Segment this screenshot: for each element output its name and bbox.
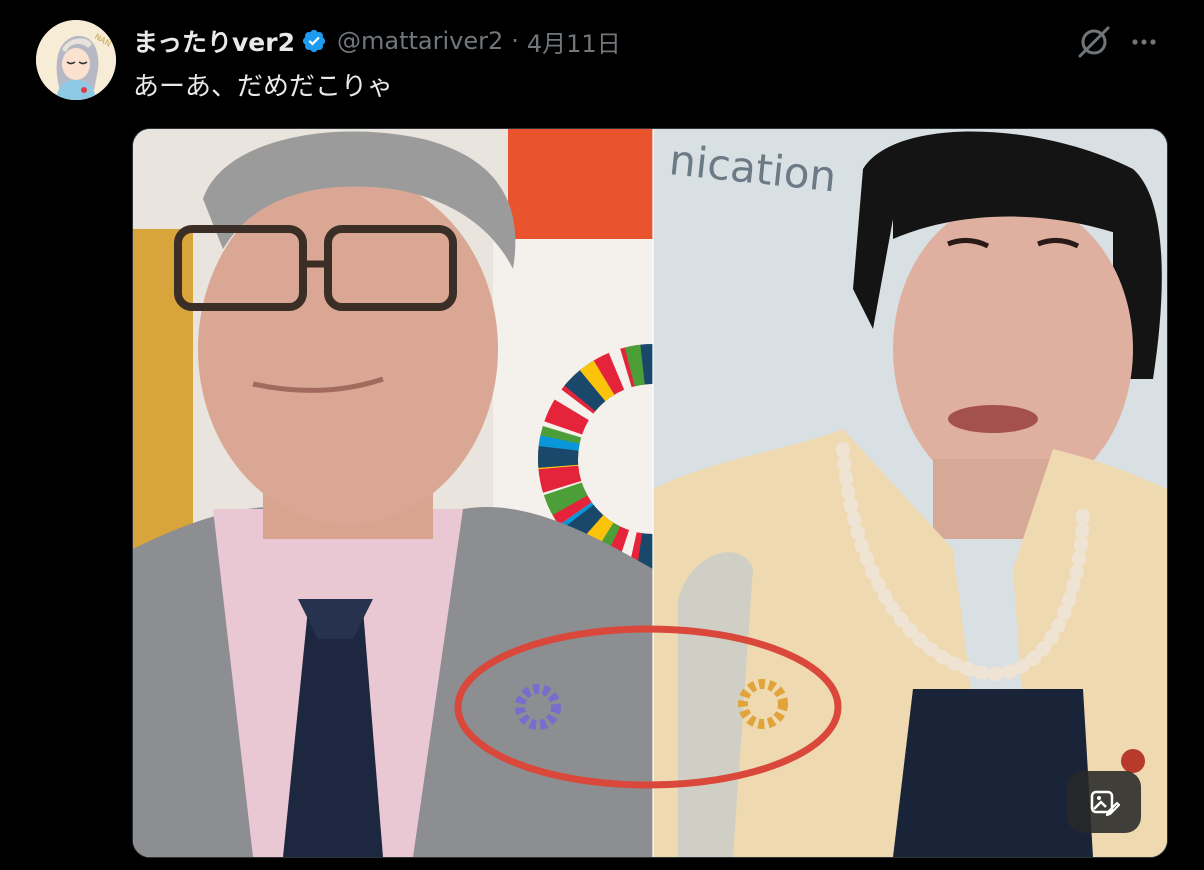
tweet-header: まったりver2 @mattariver2 · 4月11日 — [133, 22, 621, 60]
tweet-text: あーあ、だめだこりゃ — [133, 72, 394, 102]
image-edit-icon — [1090, 790, 1120, 817]
photo-collage: nication — [133, 129, 1167, 857]
image-edit-button[interactable] — [1067, 771, 1141, 833]
grok-icon — [1078, 26, 1110, 58]
tweet-photo[interactable]: nication — [132, 128, 1168, 858]
more-options-button[interactable] — [1124, 22, 1164, 62]
author-handle[interactable]: @mattariver2 — [337, 27, 503, 55]
tweet-article: NAN まったりver2 @mattariver2 · 4月11日 あーあ、だめ… — [0, 0, 1204, 870]
post-date[interactable]: 4月11日 — [527, 24, 621, 59]
separator-dot: · — [511, 27, 519, 55]
author-display-name[interactable]: まったりver2 — [133, 23, 295, 59]
more-icon — [1132, 39, 1156, 45]
grok-button[interactable] — [1074, 22, 1114, 62]
avatar[interactable]: NAN — [36, 20, 116, 100]
avatar-illustration-icon: NAN — [36, 20, 116, 100]
verified-badge-icon[interactable] — [301, 28, 327, 54]
